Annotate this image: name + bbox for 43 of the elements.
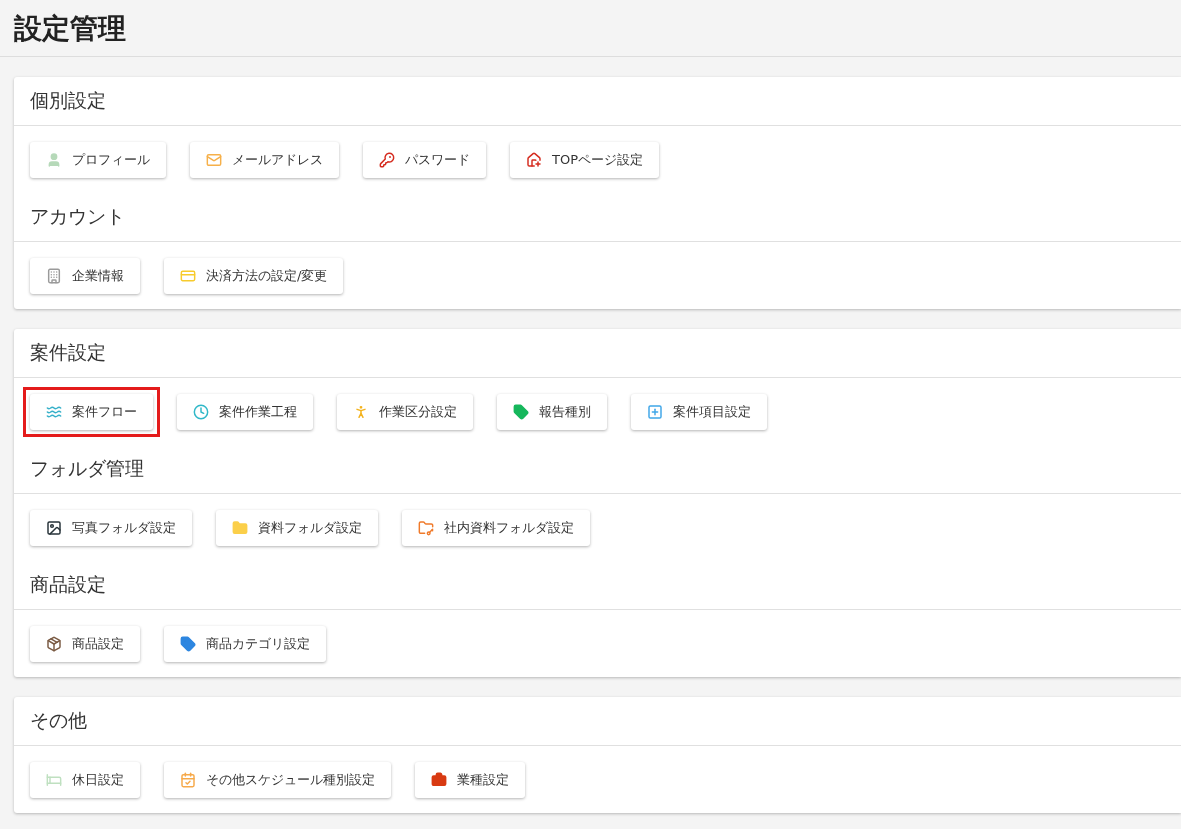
settings-button[interactable]: 企業情報 xyxy=(30,258,140,294)
folderkey-icon xyxy=(418,520,434,536)
calendar-icon xyxy=(180,772,196,788)
bed-icon xyxy=(46,772,62,788)
section-heading: フォルダ管理 xyxy=(14,445,1181,494)
mail-icon xyxy=(206,152,222,168)
package-icon xyxy=(46,636,62,652)
settings-button[interactable]: その他スケジュール種別設定 xyxy=(164,762,391,798)
briefcase-icon xyxy=(431,772,447,788)
image-icon xyxy=(46,520,62,536)
page-title: 設定管理 xyxy=(0,0,1181,57)
clock-icon xyxy=(193,404,209,420)
settings-button[interactable]: 商品カテゴリ設定 xyxy=(164,626,326,662)
key-icon xyxy=(379,152,395,168)
settings-button[interactable]: パスワード xyxy=(363,142,486,178)
settings-button[interactable]: 作業区分設定 xyxy=(337,394,473,430)
settings-button[interactable]: TOPページ設定 xyxy=(510,142,659,178)
settings-button[interactable]: 報告種別 xyxy=(497,394,607,430)
section-heading: 個別設定 xyxy=(14,77,1181,126)
section-heading: アカウント xyxy=(14,193,1181,242)
settings-button[interactable]: 社内資料フォルダ設定 xyxy=(402,510,590,546)
settings-button[interactable]: メールアドレス xyxy=(190,142,339,178)
building-icon xyxy=(46,268,62,284)
settings-button[interactable]: 業種設定 xyxy=(415,762,525,798)
figure-icon xyxy=(353,404,369,420)
card-icon xyxy=(180,268,196,284)
section-heading: 案件設定 xyxy=(14,329,1181,378)
bluetag-icon xyxy=(180,636,196,652)
settings-button[interactable]: 商品設定 xyxy=(30,626,140,662)
settings-button[interactable]: 休日設定 xyxy=(30,762,140,798)
home-icon xyxy=(526,152,542,168)
section-heading: 商品設定 xyxy=(14,561,1181,610)
settings-button[interactable]: 案件項目設定 xyxy=(631,394,767,430)
person-icon xyxy=(46,152,62,168)
settings-button[interactable]: 案件フロー xyxy=(30,394,153,430)
section-heading: その他 xyxy=(14,697,1181,746)
settings-button[interactable]: 資料フォルダ設定 xyxy=(216,510,378,546)
settings-button[interactable]: 案件作業工程 xyxy=(177,394,313,430)
folder-icon xyxy=(232,520,248,536)
settings-button[interactable]: 写真フォルダ設定 xyxy=(30,510,192,546)
settings-button[interactable]: プロフィール xyxy=(30,142,166,178)
settings-button[interactable]: 決済方法の設定/変更 xyxy=(164,258,344,294)
tag-icon xyxy=(513,404,529,420)
